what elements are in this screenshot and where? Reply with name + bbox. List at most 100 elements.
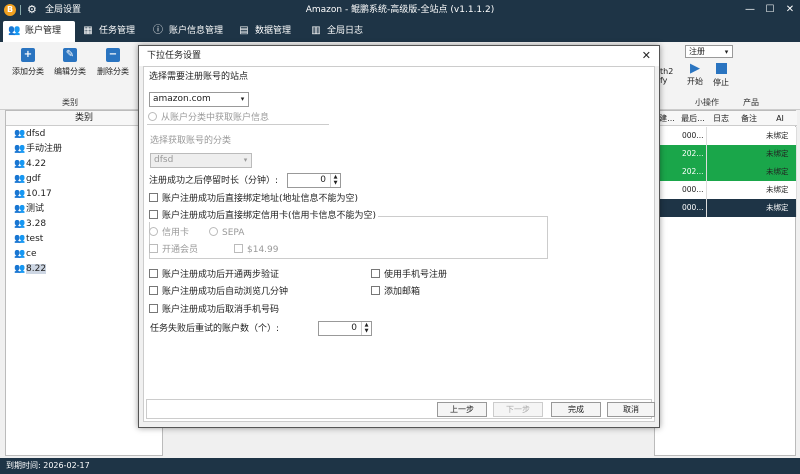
stay-duration-label: 注册成功之后停留时长（分钟）: — [149, 176, 279, 186]
bind-address-checkbox[interactable]: 账户注册成功后直接绑定地址(地址信息不能为空) — [149, 193, 358, 205]
expiry-text: 到期时间: 2026-02-17 — [6, 461, 90, 470]
category-group-label: 类别 — [62, 98, 78, 107]
dialog-title: 下拉任务设置 — [147, 51, 202, 61]
partial-label-2: fy — [660, 76, 668, 85]
minus-icon: − — [106, 48, 120, 62]
play-icon: ▶ — [690, 61, 700, 76]
checkbox-indicator — [149, 269, 158, 278]
dialog-body: 选择需要注册账号的站点 amazon.com ▾ 从账户分类中获取账户信息 选择… — [143, 66, 655, 422]
category-item-selected[interactable]: 👥8.22 — [14, 263, 47, 275]
table-row[interactable]: 000... 未绑定 — [655, 127, 797, 145]
checkbox-indicator — [149, 286, 158, 295]
stop-button[interactable]: 停止 — [710, 62, 732, 88]
retry-count-stepper[interactable]: 0 ▲ ▼ — [318, 321, 372, 336]
select-site-label: 选择需要注册账号的站点 — [149, 72, 249, 82]
checkbox-indicator — [149, 210, 158, 219]
minimize-button[interactable]: — — [740, 0, 760, 20]
tab-global-log[interactable]: ▥ 全局日志 — [310, 21, 382, 42]
checkbox-indicator — [371, 269, 380, 278]
tab-task-management[interactable]: ▦ 任务管理 — [82, 21, 152, 42]
delete-category-button[interactable]: − 删除分类 — [93, 48, 133, 77]
credit-card-radio[interactable]: 信用卡 — [149, 227, 189, 239]
data-icon: ▤ — [239, 25, 249, 36]
table-row[interactable]: 202... 未绑定 — [655, 163, 797, 181]
group-icon: 👥 — [14, 204, 26, 214]
start-button[interactable]: ▶ 开始 — [684, 62, 706, 87]
title-bar: B ⚙ 全局设置 Amazon - 鲲鹏系统-高级版-全站点 (v1.1.1.2… — [0, 0, 800, 20]
radio-indicator — [209, 227, 218, 236]
retry-count-label: 任务失败后重试的账户数（个）: — [150, 324, 280, 334]
category-item[interactable]: 👥测试 — [14, 203, 44, 215]
stepper-arrows-icon[interactable]: ▲ ▼ — [361, 322, 371, 335]
column-header[interactable]: 最后... — [679, 111, 707, 126]
stop-icon — [715, 63, 727, 74]
category-item[interactable]: 👥dfsd — [14, 128, 45, 140]
bind-card-checkbox[interactable]: 账户注册成功后直接绑定信用卡(信用卡信息不能为空) — [149, 210, 379, 222]
column-header[interactable]: AI — [763, 111, 797, 126]
use-phone-checkbox[interactable]: 使用手机号注册 — [371, 269, 447, 281]
stepper-arrows-icon[interactable]: ▲ ▼ — [330, 174, 340, 187]
column-header[interactable]: 备注 — [735, 111, 763, 126]
table-row[interactable]: 000... 未绑定 — [655, 199, 797, 217]
register-mode-select[interactable]: 注册 ▾ — [685, 45, 733, 58]
category-item[interactable]: 👥ce — [14, 248, 37, 260]
category-item[interactable]: 👥4.22 — [14, 158, 46, 170]
from-category-radio[interactable]: 从账户分类中获取账户信息 — [148, 112, 273, 124]
column-header[interactable]: 日志 — [707, 111, 735, 126]
checkbox-indicator — [234, 244, 243, 253]
sepa-radio[interactable]: SEPA — [209, 227, 244, 239]
add-email-checkbox[interactable]: 添加邮箱 — [371, 286, 420, 298]
users-icon: 👥 — [8, 25, 21, 36]
plus-icon: + — [21, 48, 35, 62]
add-category-button[interactable]: + 添加分类 — [8, 48, 48, 77]
two-step-checkbox[interactable]: 账户注册成功后开通两步验证 — [149, 269, 279, 281]
next-button[interactable]: 下一步 — [493, 402, 543, 417]
tab-account-info[interactable]: ⓘ 账户信息管理 — [152, 21, 248, 42]
category-item[interactable]: 👥3.28 — [14, 218, 46, 230]
info-icon: ⓘ — [153, 25, 163, 36]
checkbox-indicator — [149, 193, 158, 202]
stay-duration-stepper[interactable]: 0 ▲ ▼ — [287, 173, 341, 188]
open-member-checkbox[interactable]: 开通会员 — [149, 244, 198, 256]
cancel-phone-checkbox[interactable]: 账户注册成功后取消手机号码 — [149, 304, 279, 316]
checkbox-indicator — [149, 244, 158, 253]
task-settings-dialog: 下拉任务设置 ✕ 选择需要注册账号的站点 amazon.com ▾ 从账户分类中… — [138, 45, 660, 428]
tab-account-management[interactable]: 👥 账户管理 — [3, 21, 75, 42]
dialog-close-button[interactable]: ✕ — [642, 46, 651, 66]
edit-icon: ✎ — [63, 48, 77, 62]
category-item[interactable]: 👥10.17 — [14, 188, 52, 200]
tab-data-management[interactable]: ▤ 数据管理 — [238, 21, 310, 42]
category-item[interactable]: 👥手动注册 — [14, 143, 62, 155]
site-select[interactable]: amazon.com ▾ — [149, 92, 249, 107]
dialog-title-bar: 下拉任务设置 — [139, 46, 659, 66]
cancel-button[interactable]: 取消 — [607, 402, 655, 417]
select-category-label: 选择获取账号的分类 — [150, 136, 232, 146]
table-row[interactable]: 000... 未绑定 — [655, 181, 797, 199]
table-row[interactable]: 202... 未绑定 — [655, 145, 797, 163]
maximize-button[interactable]: ☐ — [760, 0, 780, 20]
group-icon: 👥 — [14, 234, 26, 244]
auto-browse-checkbox[interactable]: 账户注册成功后自动浏览几分钟 — [149, 286, 288, 298]
log-icon: ▥ — [311, 25, 321, 36]
group-icon: 👥 — [14, 264, 26, 274]
prev-button[interactable]: 上一步 — [437, 402, 487, 417]
small-ops-group-label: 小操作 — [695, 98, 719, 107]
chevron-down-icon: ▾ — [243, 156, 248, 164]
window-title: Amazon - 鲲鹏系统-高级版-全站点 (v1.1.1.2) — [305, 5, 495, 15]
main-tab-bar: 👥 账户管理 ▦ 任务管理 ⓘ 账户信息管理 ▤ 数据管理 ▥ 全局日志 — [0, 20, 800, 42]
checkbox-indicator — [371, 286, 380, 295]
category-item[interactable]: 👥test — [14, 233, 43, 245]
radio-indicator — [148, 112, 157, 121]
group-icon: 👥 — [14, 219, 26, 229]
category-item[interactable]: 👥gdf — [14, 173, 41, 185]
finish-button[interactable]: 完成 — [551, 402, 601, 417]
category-select[interactable]: dfsd ▾ — [150, 153, 252, 168]
group-icon: 👥 — [14, 144, 26, 154]
group-icon: 👥 — [14, 174, 26, 184]
edit-category-button[interactable]: ✎ 编辑分类 — [50, 48, 90, 77]
group-icon: 👥 — [14, 129, 26, 139]
radio-indicator — [149, 227, 158, 236]
checkbox-indicator — [149, 304, 158, 313]
price-checkbox[interactable]: $14.99 — [234, 244, 279, 256]
close-button[interactable]: ✕ — [780, 0, 800, 20]
